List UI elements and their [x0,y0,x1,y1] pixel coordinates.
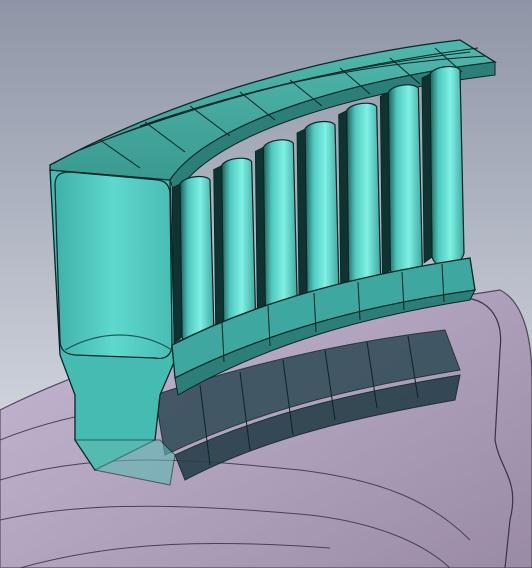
vane-airfoil-6[interactable] [387,84,423,281]
cad-viewport[interactable] [0,0,532,568]
vane-passage-3 [254,146,266,318]
vane-airfoil-1[interactable] [179,175,215,347]
vane-passage-7 [421,73,433,264]
vane-passage-6 [379,91,391,278]
vane-airfoil-3[interactable] [262,139,298,321]
vane-airfoil-2[interactable] [221,157,257,334]
vane-passage-5 [338,110,350,291]
vane-passage-4 [296,128,308,304]
vane-airfoil-4[interactable] [304,120,340,307]
vane-airfoil-5[interactable] [346,102,382,294]
turbine-vane-model[interactable] [0,0,532,568]
vane-passage-2 [213,165,225,331]
vane-airfoil-7[interactable] [429,65,465,267]
big-vane-face [54,171,173,360]
vane-passage-1 [171,183,183,344]
